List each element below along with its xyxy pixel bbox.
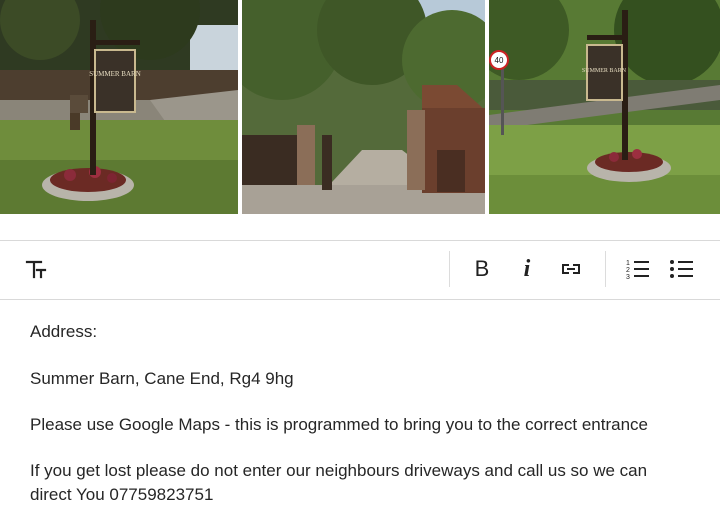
speed-limit-text: 40 (495, 56, 504, 65)
address-heading: Address: (30, 322, 98, 341)
ordered-list-icon: 1 2 3 (626, 260, 649, 281)
sign-text: SUMMER BARN (89, 70, 141, 78)
bullet-list-button[interactable] (662, 249, 702, 289)
maps-note: Please use Google Maps - this is program… (30, 415, 648, 434)
formatting-toolbar: B i 1 2 3 (0, 240, 720, 300)
lost-note: If you get lost please do not enter our … (30, 461, 648, 504)
text-size-button[interactable] (16, 249, 56, 289)
text-size-icon (25, 260, 47, 279)
italic-button[interactable]: i (507, 249, 547, 289)
svg-text:2: 2 (626, 267, 630, 274)
photo-strip: SUMMER BARN 40 SUMMER BARN (0, 0, 720, 214)
italic-label: i (523, 255, 531, 282)
link-icon (562, 264, 580, 274)
link-button[interactable] (551, 249, 591, 289)
ordered-list-button[interactable]: 1 2 3 (618, 249, 658, 289)
svg-text:1: 1 (626, 260, 630, 267)
photo-sign-grass[interactable]: SUMMER BARN (0, 0, 238, 214)
bold-button[interactable]: B (462, 249, 502, 289)
bullet-list-icon (670, 260, 693, 278)
toolbar-divider (449, 251, 450, 287)
bold-label: B (474, 256, 490, 281)
address-text: Summer Barn, Cane End, Rg4 9hg (30, 369, 294, 388)
toolbar-divider (605, 251, 606, 287)
photo-driveway-barn[interactable] (242, 0, 485, 214)
sign-text: SUMMER BARN (582, 68, 627, 74)
photo-sign-road[interactable]: 40 SUMMER BARN (489, 0, 720, 214)
svg-text:3: 3 (626, 274, 630, 281)
